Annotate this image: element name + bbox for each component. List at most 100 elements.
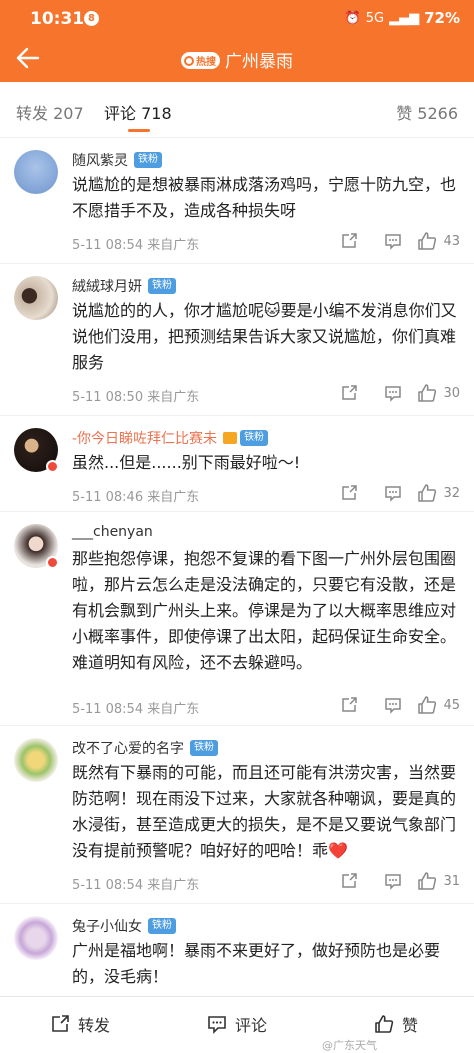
- verified-badge: [46, 460, 59, 473]
- like-count: 30: [443, 385, 460, 401]
- comment-icon: [385, 234, 402, 250]
- like-button[interactable]: 31: [417, 871, 460, 891]
- comment-icon: [385, 486, 402, 502]
- comment-label: 评论: [235, 1016, 268, 1035]
- repost-button[interactable]: 转发: [50, 1012, 110, 1036]
- author-name[interactable]: 随风紫灵: [72, 150, 128, 170]
- active-tab-indicator: [128, 129, 150, 132]
- fan-badge: 铁粉: [240, 430, 269, 446]
- like-button[interactable]: 45: [417, 695, 460, 715]
- fan-badge: 铁粉: [148, 278, 176, 294]
- share-icon: [342, 385, 358, 400]
- comment-item: 絨絨球月妍 铁粉 说尴尬的的人，你才尴尬呢🐱要是小编不发消息你们又说他们没用，把…: [0, 264, 474, 416]
- comment-icon: [385, 698, 402, 714]
- comment-author-row: 随风紫灵 铁粉: [72, 150, 162, 170]
- author-name[interactable]: ___chenyan: [72, 524, 153, 540]
- like-count: 45: [443, 697, 460, 713]
- comment-text: 虽然...但是......别下雨最好啦～!: [72, 453, 301, 472]
- verified-badge: [46, 556, 59, 569]
- share-button[interactable]: [327, 382, 371, 404]
- author-name[interactable]: -你今日睇咗拜仁比赛未: [72, 428, 217, 448]
- hot-search-badge: 热搜: [181, 52, 220, 69]
- comment-author-row: ___chenyan: [72, 524, 153, 540]
- top-bar: 10:31 8 ⏰ 5G ▂▄▆ 72% 热搜 广州暴雨: [0, 0, 474, 82]
- like-post-button[interactable]: 赞: [374, 1012, 418, 1036]
- comment-meta: 5-11 08:54 来自广东: [72, 878, 200, 893]
- status-bar: 10:31 8 ⏰ 5G ▂▄▆ 72%: [0, 0, 474, 38]
- comment-button[interactable]: 评论: [207, 1012, 267, 1036]
- comment-text: 说尴尬的的人，你才尴尬呢🐱要是小编不发消息你们又说他们没用，把预测结果告诉大家又…: [72, 301, 457, 372]
- like-button[interactable]: 32: [417, 483, 460, 503]
- fan-badge: 铁粉: [190, 740, 218, 756]
- notification-count-badge: 8: [84, 11, 99, 26]
- repost-label: 转发: [78, 1016, 111, 1035]
- comment-author-row: 改不了心爱的名字 铁粉: [72, 738, 218, 758]
- battery-level: 72%: [424, 9, 460, 27]
- tab-bar: 转发 207 评论 718 赞 5266: [0, 82, 474, 138]
- avatar[interactable]: [14, 150, 58, 194]
- comment-meta: 5-11 08:46 来自广东: [72, 490, 200, 505]
- like-icon: [418, 232, 437, 250]
- share-button[interactable]: [327, 694, 371, 716]
- reply-button[interactable]: [371, 482, 415, 504]
- comment-item: 兔子小仙女 铁粉 广州是福地啊！暴雨不来更好了，做好预防也是必要的，没毛病！: [0, 904, 474, 996]
- like-count: 31: [443, 873, 460, 889]
- reply-button[interactable]: [371, 694, 415, 716]
- comment-text: 那些抱怨停课，抱怨不复课的看下图一广州外层包围圈啦，那片云怎么走是没法确定的，只…: [72, 549, 457, 672]
- avatar[interactable]: [14, 738, 58, 782]
- signal-icon: ▂▄▆: [389, 10, 420, 26]
- comment-icon: [385, 386, 402, 402]
- author-name[interactable]: 絨絨球月妍: [72, 276, 142, 296]
- bottom-action-bar: 转发 评论 赞: [0, 996, 474, 1053]
- comment-actions: 45: [327, 694, 460, 716]
- reply-button[interactable]: [371, 230, 415, 252]
- fan-badge: 铁粉: [134, 152, 162, 168]
- like-icon: [375, 1015, 394, 1033]
- share-button[interactable]: [327, 482, 371, 504]
- comment-item: 改不了心爱的名字 铁粉 既然有下暴雨的可能，而且还可能有洪涝灾害，当然要防范啊！…: [0, 726, 474, 904]
- like-count: 43: [443, 233, 460, 249]
- like-icon: [418, 696, 437, 714]
- reply-button[interactable]: [371, 382, 415, 404]
- avatar[interactable]: [14, 276, 58, 320]
- search-icon: [184, 56, 194, 66]
- share-button[interactable]: [327, 870, 371, 892]
- comment-meta: 5-11 08:50 来自广东: [72, 390, 200, 405]
- status-time: 10:31: [30, 9, 85, 29]
- page-header: 热搜 广州暴雨: [0, 38, 474, 82]
- comment-text: 广州是福地啊！暴雨不来更好了，做好预防也是必要的，没毛病！: [72, 941, 441, 986]
- share-icon: [342, 485, 358, 500]
- crown-icon: [223, 432, 238, 444]
- header-title[interactable]: 热搜 广州暴雨: [0, 47, 474, 72]
- comment-item: 随风紫灵 铁粉 说尴尬的是想被暴雨淋成落汤鸡吗，宁愿十防九空，也不愿措手不及，造…: [0, 138, 474, 264]
- comment-author-row: -你今日睇咗拜仁比赛未 铁粉: [72, 428, 269, 448]
- like-icon: [418, 872, 437, 890]
- comment-icon: [385, 874, 402, 890]
- share-icon: [342, 873, 358, 888]
- author-name[interactable]: 改不了心爱的名字: [72, 738, 184, 758]
- fan-badge: 铁粉: [148, 918, 176, 934]
- author-name[interactable]: 兔子小仙女: [72, 916, 142, 936]
- share-icon: [52, 1015, 69, 1032]
- avatar[interactable]: [14, 916, 58, 960]
- tab-comments[interactable]: 评论 718: [104, 100, 172, 124]
- topic-title: 广州暴雨: [225, 52, 293, 72]
- comment-text: 既然有下暴雨的可能，而且还可能有洪涝灾害，当然要防范啊！现在雨没下过来，大家就各…: [72, 763, 457, 860]
- tab-likes[interactable]: 赞 5266: [396, 100, 458, 124]
- tab-reposts[interactable]: 转发 207: [16, 100, 84, 124]
- share-icon: [342, 697, 358, 712]
- comment-author-row: 兔子小仙女 铁粉: [72, 916, 176, 936]
- reply-button[interactable]: [371, 870, 415, 892]
- comment-item: ___chenyan 那些抱怨停课，抱怨不复课的看下图一广州外层包围圈啦，那片云…: [0, 512, 474, 726]
- like-button[interactable]: 43: [417, 231, 460, 251]
- comment-actions: 32: [327, 482, 460, 504]
- like-button[interactable]: 30: [417, 383, 460, 403]
- share-button[interactable]: [327, 230, 371, 252]
- like-label: 赞: [402, 1016, 419, 1035]
- comment-item: -你今日睇咗拜仁比赛未 铁粉 虽然...但是......别下雨最好啦～! 5-1…: [0, 416, 474, 512]
- comment-actions: 43: [327, 230, 460, 252]
- comment-icon: [208, 1016, 226, 1034]
- comment-meta: 5-11 08:54 来自广东: [72, 702, 200, 717]
- comment-author-row: 絨絨球月妍 铁粉: [72, 276, 176, 296]
- comment-actions: 31: [327, 870, 460, 892]
